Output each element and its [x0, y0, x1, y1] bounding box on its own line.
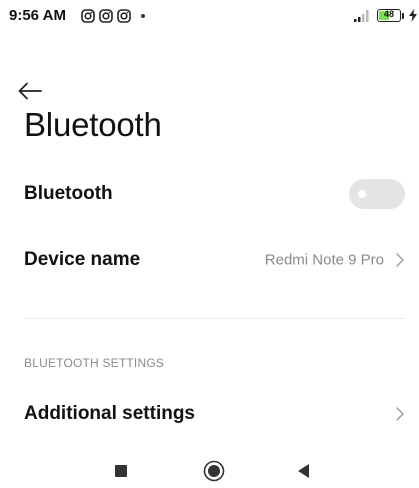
back-button[interactable]	[18, 74, 52, 108]
divider	[24, 318, 405, 319]
status-time: 9:56 AM	[9, 7, 66, 24]
page-title: Bluetooth	[24, 106, 162, 143]
battery-icon: 48	[377, 9, 401, 22]
signal-icon	[354, 9, 369, 22]
more-notifications-dot	[141, 14, 145, 18]
section-header-bluetooth-settings: BLUETOOTH SETTINGS	[24, 356, 165, 370]
notification-icons	[81, 9, 145, 23]
back-arrow-icon	[18, 82, 42, 100]
device-name-value: Redmi Note 9 Pro	[264, 251, 384, 269]
device-name-row[interactable]: Device name Redmi Note 9 Pro	[0, 231, 419, 289]
nav-back-button[interactable]	[289, 458, 319, 484]
status-bar: 9:56 AM 48	[0, 0, 419, 34]
charging-icon	[409, 9, 417, 22]
device-name-label: Device name	[24, 249, 141, 270]
toggle-knob	[358, 190, 366, 198]
battery-tip	[402, 12, 404, 19]
recents-button[interactable]	[106, 458, 136, 484]
home-circle-icon	[203, 460, 225, 482]
chevron-right-icon	[396, 407, 404, 421]
navigation-bar	[0, 458, 419, 488]
home-button[interactable]	[199, 458, 229, 484]
bluetooth-toggle-row[interactable]: Bluetooth	[0, 165, 419, 223]
back-triangle-icon	[298, 464, 309, 478]
battery-level: 48	[383, 9, 394, 19]
instagram-icon	[117, 9, 131, 23]
chevron-right-icon	[396, 253, 404, 267]
additional-settings-row[interactable]: Additional settings	[0, 385, 419, 443]
status-right: 48	[354, 9, 417, 22]
recents-square-icon	[115, 465, 127, 477]
additional-settings-label: Additional settings	[24, 403, 195, 424]
bluetooth-label: Bluetooth	[24, 183, 113, 204]
bluetooth-toggle[interactable]	[349, 179, 405, 209]
instagram-icon	[81, 9, 95, 23]
instagram-icon	[99, 9, 113, 23]
